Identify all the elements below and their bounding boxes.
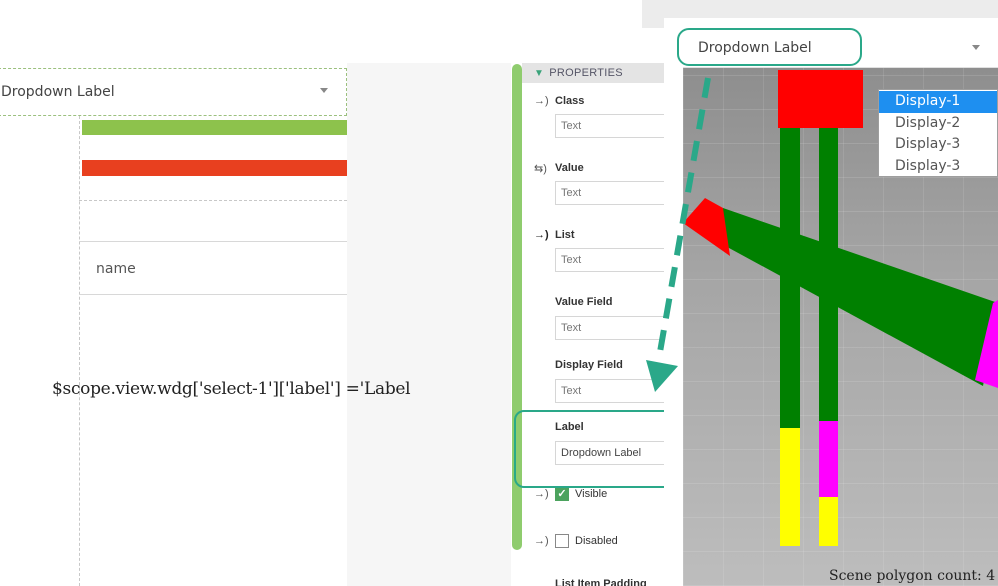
annotation-layer xyxy=(646,77,711,392)
arrow-head-icon xyxy=(646,360,678,392)
dashed-arrow-line xyxy=(657,77,711,353)
